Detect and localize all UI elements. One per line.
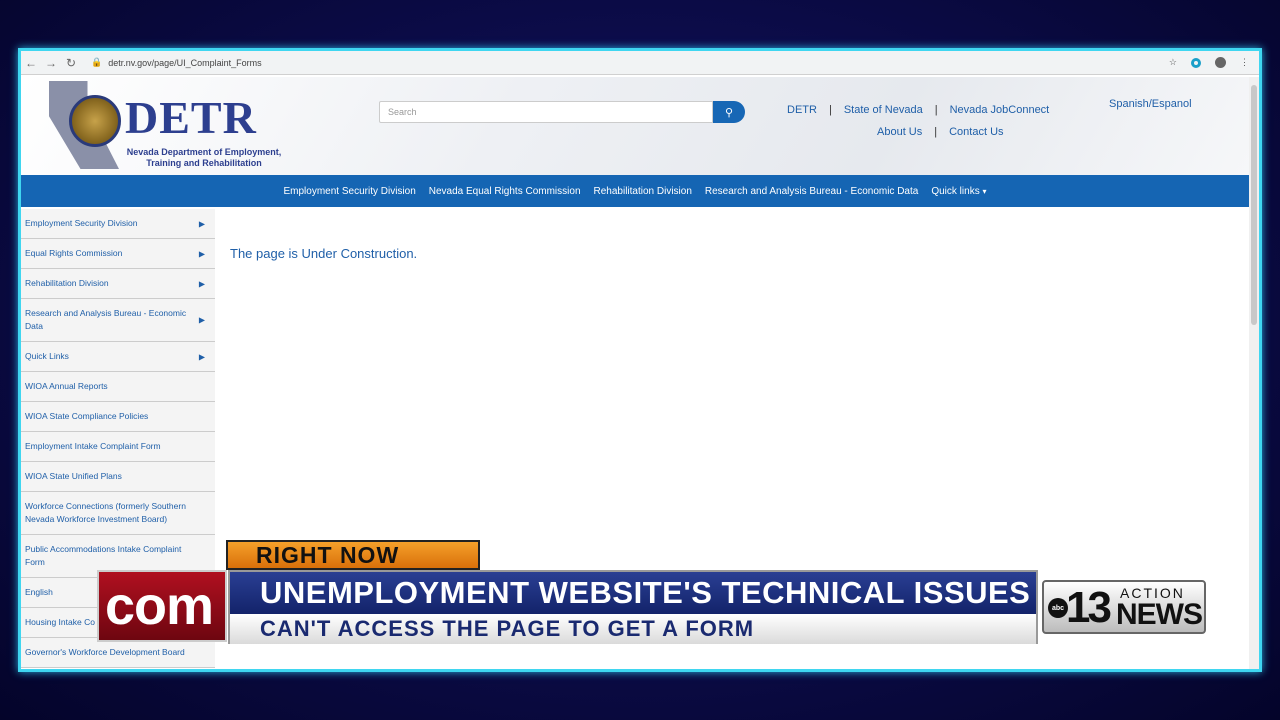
station-number: 13: [1066, 583, 1112, 632]
browser-toolbar: ← → ↻ 🔒 detr.nv.gov/page/UI_Complaint_Fo…: [21, 51, 1259, 75]
link-nevada-jobconnect[interactable]: Nevada JobConnect: [950, 104, 1050, 116]
com-graphic: com: [97, 570, 227, 642]
sidebar-item-employment-intake[interactable]: Employment Intake Complaint Form: [21, 432, 215, 462]
sidebar-item-label: Employment Intake Complaint Form: [25, 441, 161, 451]
page-scrollbar[interactable]: [1249, 77, 1259, 669]
address-bar[interactable]: detr.nv.gov/page/UI_Complaint_Forms: [108, 58, 261, 68]
sidebar-item-label: Workforce Connections (formerly Southern…: [25, 501, 186, 524]
sidebar-item-workforce-connections[interactable]: Workforce Connections (formerly Southern…: [21, 492, 215, 535]
sidebar-item-governors-board[interactable]: Governor's Workforce Development Board: [21, 638, 215, 668]
sidebar-item-label: WIOA Annual Reports: [25, 381, 108, 391]
station-news-text: NEWS: [1116, 598, 1203, 631]
top-links: DETR | State of Nevada | Nevada JobConne…: [787, 99, 1049, 143]
sidebar-item-wioa-annual-reports[interactable]: WIOA Annual Reports: [21, 372, 215, 402]
search-input[interactable]: Search: [379, 101, 713, 123]
sidebar-item-label: Public Accommodations Intake Complaint F…: [25, 544, 182, 567]
abc-network-icon: abc: [1048, 598, 1068, 618]
logo-subtitle-line1: Nevada Department of Employment,: [126, 147, 282, 157]
menu-icon[interactable]: ⋮: [1240, 57, 1249, 68]
nav-quick-links[interactable]: Quick links ▾: [931, 186, 986, 197]
link-contact-us[interactable]: Contact Us: [949, 126, 1003, 138]
arrow-right-icon: ▶: [198, 352, 205, 361]
logo-subtitle: Nevada Department of Employment, Trainin…: [119, 147, 289, 169]
nav-research-analysis[interactable]: Research and Analysis Bureau - Economic …: [705, 186, 918, 197]
sidebar-item-wioa-unified-plans[interactable]: WIOA State Unified Plans: [21, 462, 215, 492]
nav-equal-rights[interactable]: Nevada Equal Rights Commission: [429, 186, 581, 197]
sidebar-item-label: Research and Analysis Bureau - Economic …: [25, 308, 187, 331]
nav-employment-security[interactable]: Employment Security Division: [284, 186, 416, 197]
sidebar-item-label: Rehabilitation Division: [25, 278, 109, 288]
sidebar-item-employment-security[interactable]: Employment Security Division ▶: [21, 209, 215, 239]
search-button[interactable]: ⚲: [713, 101, 745, 123]
arrow-right-icon: ▶: [198, 315, 205, 325]
arrow-right-icon: ▶: [198, 249, 205, 258]
news-subline: CAN'T ACCESS THE PAGE TO GET A FORM: [230, 614, 1036, 644]
extension-icon[interactable]: [1191, 57, 1201, 68]
link-detr[interactable]: DETR: [787, 104, 817, 116]
link-state-of-nevada[interactable]: State of Nevada: [844, 104, 923, 116]
arrow-right-icon: ▶: [198, 279, 205, 288]
account-icon[interactable]: [1215, 57, 1226, 68]
separator: |: [934, 126, 938, 138]
caret-down-icon: ▾: [982, 186, 987, 196]
nav-quick-links-label: Quick links: [931, 185, 980, 197]
arrow-right-icon: ▶: [198, 219, 205, 228]
logo-subtitle-line2: Training and Rehabilitation: [146, 158, 262, 168]
sidebar-item-label: Quick Links: [25, 351, 69, 361]
logo-text: DETR: [125, 92, 257, 143]
news-lower-third: UNEMPLOYMENT WEBSITE'S TECHNICAL ISSUES …: [228, 570, 1038, 644]
site-header: DETR Nevada Department of Employment, Tr…: [21, 77, 1249, 175]
right-now-tag: RIGHT NOW: [226, 540, 480, 570]
link-about-us[interactable]: About Us: [877, 126, 922, 138]
separator: |: [934, 104, 938, 116]
back-icon[interactable]: ←: [21, 56, 41, 70]
sidebar-item-label: Employment Security Division: [25, 218, 138, 228]
lock-icon[interactable]: 🔒: [91, 57, 102, 68]
sidebar-item-research-analysis[interactable]: Research and Analysis Bureau - Economic …: [21, 299, 215, 342]
sidebar-item-equal-rights[interactable]: Equal Rights Commission ▶: [21, 239, 215, 269]
sidebar-item-label: Equal Rights Commission: [25, 248, 123, 258]
sidebar-item-label: English: [25, 587, 53, 597]
main-nav: Employment Security Division Nevada Equa…: [21, 175, 1249, 207]
star-icon[interactable]: ☆: [1169, 57, 1177, 68]
detr-logo[interactable]: DETR Nevada Department of Employment, Tr…: [49, 81, 281, 173]
under-construction-message: The page is Under Construction.: [230, 246, 418, 261]
state-seal-icon: [69, 95, 121, 147]
separator: |: [828, 104, 832, 116]
language-link[interactable]: Spanish/Espanol: [1109, 98, 1192, 110]
nav-rehabilitation[interactable]: Rehabilitation Division: [594, 186, 692, 197]
forward-icon[interactable]: →: [41, 56, 61, 70]
sidebar-item-label: WIOA State Compliance Policies: [25, 411, 149, 421]
sidebar-item-wioa-compliance[interactable]: WIOA State Compliance Policies: [21, 402, 215, 432]
sidebar-item-label: Governor's Workforce Development Board: [25, 647, 185, 657]
sidebar-item-label: Housing Intake Co: [25, 617, 95, 627]
search-icon: ⚲: [724, 106, 734, 119]
sidebar-item-label: WIOA State Unified Plans: [25, 471, 122, 481]
station-logo: abc 13 ACTION NEWS: [1042, 580, 1206, 634]
reload-icon[interactable]: ↻: [61, 56, 81, 70]
sidebar-item-quick-links[interactable]: Quick Links ▶: [21, 342, 215, 372]
news-headline: UNEMPLOYMENT WEBSITE'S TECHNICAL ISSUES: [230, 572, 1036, 614]
scrollbar-thumb[interactable]: [1251, 85, 1257, 325]
sidebar-item-rehabilitation[interactable]: Rehabilitation Division ▶: [21, 269, 215, 299]
